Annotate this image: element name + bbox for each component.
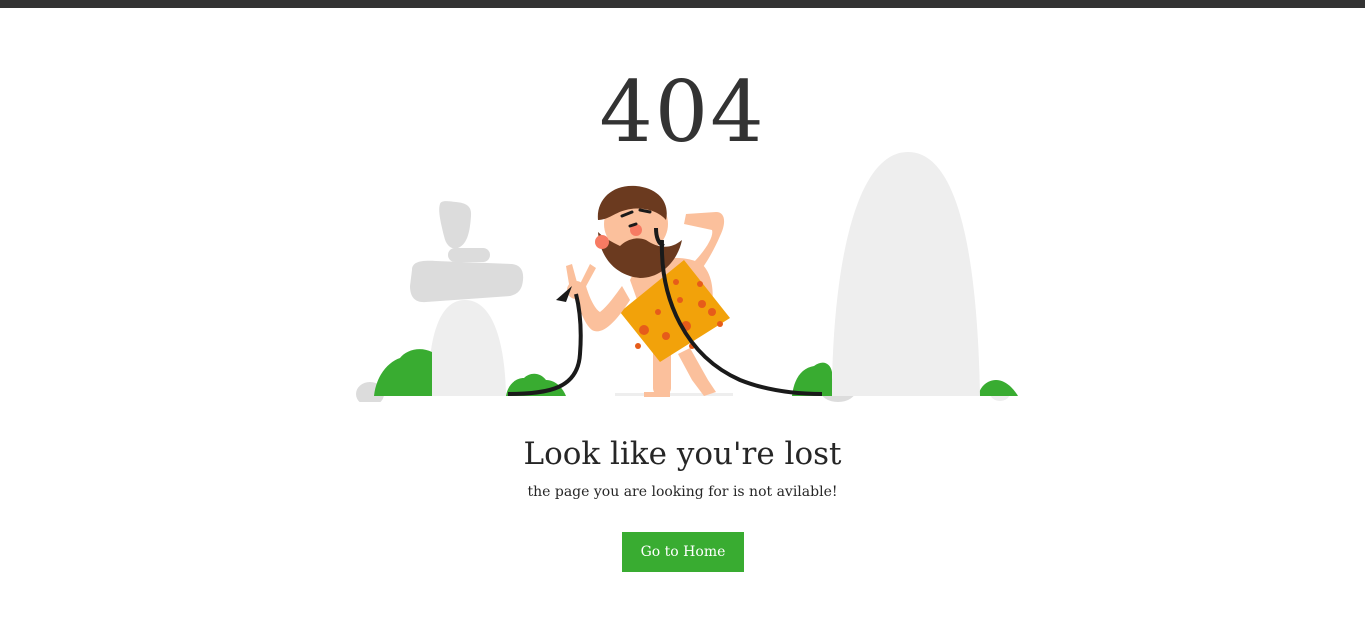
- bush-icon-far-right: [978, 380, 1018, 396]
- ground-line: [615, 393, 733, 396]
- go-to-home-button[interactable]: Go to Home: [622, 532, 744, 572]
- bush-icon-right: [792, 362, 832, 396]
- bush-icon-left: [374, 349, 432, 396]
- top-bar: [0, 0, 1365, 8]
- caveman-illustration: [356, 152, 1018, 402]
- tall-rock: [832, 152, 980, 396]
- caveman-figure: [566, 185, 730, 397]
- lost-headline: Look like you're lost: [523, 436, 842, 472]
- error-message: the page you are looking for is not avil…: [527, 484, 838, 500]
